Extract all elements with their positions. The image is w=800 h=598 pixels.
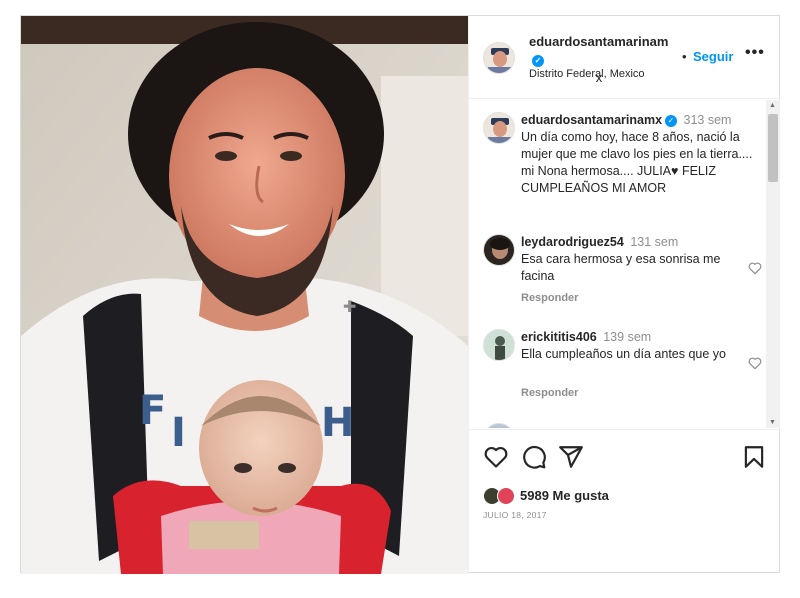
comment-username[interactable]: erickititis406 bbox=[521, 330, 597, 344]
comment-avatar-image bbox=[484, 330, 514, 360]
comment-avatar[interactable] bbox=[483, 329, 515, 361]
comment-time[interactable]: 131 sem bbox=[630, 235, 678, 249]
heart-icon[interactable] bbox=[483, 444, 509, 470]
post-details-panel: eduardosantamarinam✓ x Distrito Federal,… bbox=[468, 16, 781, 574]
more-options-icon[interactable]: ••• bbox=[745, 44, 765, 62]
reply-button[interactable]: Responder bbox=[521, 387, 578, 399]
comment-text-block: erickititis406 139 sem Ella cumpleaños u… bbox=[521, 329, 753, 363]
caption-avatar[interactable] bbox=[483, 112, 515, 144]
comment-time[interactable]: 139 sem bbox=[603, 330, 651, 344]
follow-button[interactable]: Seguir bbox=[693, 49, 733, 64]
comment-like-heart-icon[interactable] bbox=[747, 355, 763, 371]
post-dialog: F I H ✚ eduardosantamarinam✓ x Distrito … bbox=[20, 15, 781, 574]
caption-text: Un día como hoy, hace 8 años, nació la m… bbox=[521, 130, 753, 195]
comments-scrollbar[interactable]: ▲ ▼ bbox=[766, 100, 780, 428]
bookmark-icon[interactable] bbox=[741, 444, 767, 470]
comment-avatar[interactable] bbox=[483, 423, 515, 428]
post-photo: F I H ✚ bbox=[21, 16, 468, 574]
caption-avatar-image bbox=[484, 113, 514, 143]
post-header: eduardosantamarinam✓ x Distrito Federal,… bbox=[469, 16, 781, 99]
post-actions: 5989 Me gusta JULIO 18, 2017 bbox=[469, 429, 781, 574]
svg-text:I: I bbox=[171, 410, 186, 456]
author-avatar[interactable] bbox=[483, 42, 515, 74]
separator-dot: • bbox=[682, 49, 687, 64]
author-username-line1: eduardosantamarinam bbox=[529, 34, 669, 49]
share-icon[interactable] bbox=[558, 444, 584, 470]
author-avatar-image bbox=[484, 43, 514, 73]
comment-icon[interactable] bbox=[521, 444, 547, 470]
svg-text:✚: ✚ bbox=[343, 297, 356, 316]
comment-text: Esa cara hermosa y esa sonrisa me facina bbox=[521, 252, 721, 283]
comment-username[interactable]: leydarodriguez54 bbox=[521, 235, 624, 249]
post-date[interactable]: JULIO 18, 2017 bbox=[483, 510, 547, 520]
likes-count[interactable]: 5989 Me gusta bbox=[520, 487, 609, 505]
caption-time[interactable]: 313 sem bbox=[684, 113, 732, 127]
photo-man-and-baby: F I H ✚ bbox=[21, 16, 468, 574]
comment-avatar[interactable] bbox=[483, 234, 515, 266]
scroll-thumb[interactable] bbox=[768, 114, 778, 182]
reply-button[interactable]: Responder bbox=[521, 292, 578, 304]
svg-text:H: H bbox=[321, 400, 354, 446]
scroll-up-arrow-icon[interactable]: ▲ bbox=[769, 102, 776, 109]
comment-avatar-image bbox=[484, 235, 514, 265]
comment-text-block: leydarodriguez54 131 sem Esa cara hermos… bbox=[521, 234, 753, 285]
scroll-down-arrow-icon[interactable]: ▼ bbox=[769, 419, 776, 426]
verified-badge-icon: ✓ bbox=[532, 55, 544, 67]
liker-avatar bbox=[497, 487, 515, 505]
verified-badge-icon: ✓ bbox=[665, 115, 678, 127]
liked-by-avatars[interactable] bbox=[483, 487, 517, 505]
caption-text-block: eduardosantamarinamx ✓ 313 sem Un día com… bbox=[521, 112, 753, 197]
comments-list[interactable]: eduardosantamarinamx ✓ 313 sem Un día com… bbox=[469, 100, 781, 428]
comment-like-heart-icon[interactable] bbox=[747, 260, 763, 276]
comment-text: Ella cumpleaños un día antes que yo bbox=[521, 347, 726, 361]
caption-username[interactable]: eduardosantamarinamx bbox=[521, 113, 662, 127]
location-link[interactable]: Distrito Federal, Mexico bbox=[529, 68, 645, 80]
svg-text:F: F bbox=[139, 388, 166, 434]
